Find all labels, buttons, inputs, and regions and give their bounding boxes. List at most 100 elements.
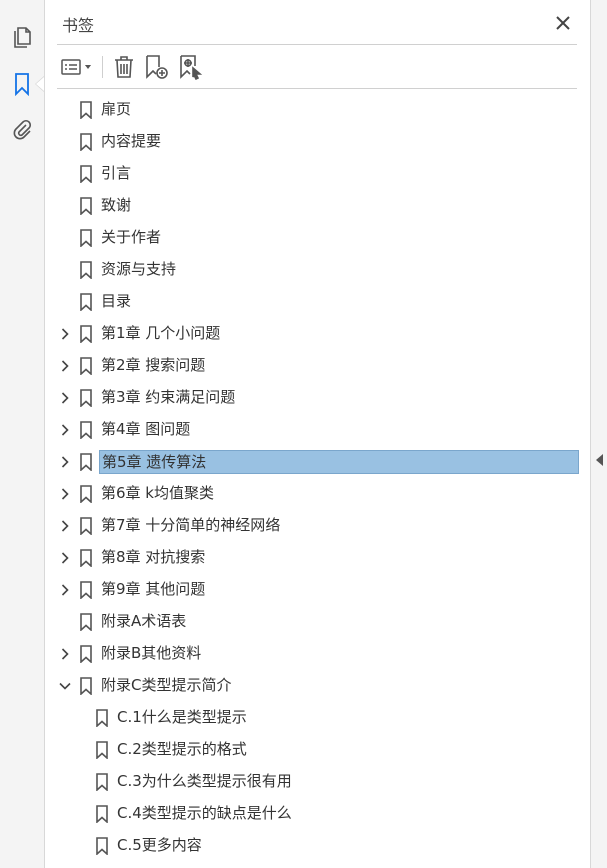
new-bookmark-button[interactable] [143, 54, 171, 80]
attachments-icon[interactable] [10, 118, 34, 142]
bookmark-item[interactable]: 第9章 其他问题 [59, 576, 585, 604]
chevron-right-icon[interactable] [59, 584, 71, 596]
chevron-right-icon[interactable] [59, 392, 71, 404]
bookmark-item[interactable]: C.2类型提示的格式 [59, 736, 585, 764]
bookmark-label: C.1什么是类型提示 [117, 708, 247, 726]
bookmark-item[interactable]: C.1什么是类型提示 [59, 704, 585, 732]
bookmark-icon [79, 197, 93, 216]
bookmark-icon [79, 453, 93, 472]
bookmark-label: 引言 [101, 164, 132, 182]
chevron-right-icon[interactable] [59, 552, 71, 564]
divider-toolbar [57, 88, 577, 89]
bookmark-icon [95, 773, 109, 792]
bookmark-label: 附录C类型提示简介 [101, 676, 232, 694]
bookmark-label: 关于作者 [101, 228, 162, 246]
bookmark-label: 内容提要 [101, 132, 162, 150]
bookmark-icon [79, 293, 93, 312]
bookmark-icon [79, 165, 93, 184]
bookmark-label: 附录B其他资料 [101, 644, 202, 662]
bookmark-item[interactable]: 附录B其他资料 [59, 640, 585, 668]
bookmark-item[interactable]: 关于作者 [59, 224, 585, 252]
bookmark-icon [79, 421, 93, 440]
bookmark-icon [79, 677, 93, 696]
bookmark-item[interactable]: 内容提要 [59, 128, 585, 156]
close-panel-button[interactable] [552, 12, 574, 34]
bookmark-label: 第9章 其他问题 [101, 580, 206, 598]
bookmark-icon [79, 389, 93, 408]
panel-title: 书签 [62, 16, 95, 35]
new-bookmark-from-structure-button[interactable] [177, 54, 205, 80]
bookmark-item[interactable]: 第1章 几个小问题 [59, 320, 585, 348]
bookmark-item[interactable]: 致谢 [59, 192, 585, 220]
delete-bookmark-icon [115, 56, 133, 78]
bookmark-label: 资源与支持 [101, 260, 177, 278]
options-menu-icon [61, 59, 91, 75]
bookmark-item[interactable]: C.3为什么类型提示很有用 [59, 768, 585, 796]
bookmark-icon [79, 613, 93, 632]
bookmark-icon [79, 325, 93, 344]
toolbar-separator [102, 56, 103, 78]
bookmark-label: 第7章 十分简单的神经网络 [101, 516, 281, 534]
bookmark-label: 第4章 图问题 [101, 420, 191, 438]
bookmark-item[interactable]: 第6章 k均值聚类 [59, 480, 585, 508]
new-bookmark-from-structure-icon [180, 55, 203, 80]
bookmark-icon [95, 709, 109, 728]
bookmarks-toolbar [57, 50, 577, 84]
bookmark-label: C.4类型提示的缺点是什么 [117, 804, 292, 822]
active-panel-pointer-inner [36, 77, 44, 91]
delete-bookmark-button[interactable] [111, 54, 137, 80]
divider-top [57, 44, 577, 45]
bookmark-item[interactable]: 附录A术语表 [59, 608, 585, 636]
chevron-right-icon[interactable] [59, 456, 71, 468]
bookmark-item[interactable]: 第8章 对抗搜索 [59, 544, 585, 572]
bookmark-item[interactable]: 第2章 搜索问题 [59, 352, 585, 380]
chevron-down-icon[interactable] [59, 680, 71, 692]
bookmark-icon [79, 357, 93, 376]
bookmark-item[interactable]: 资源与支持 [59, 256, 585, 284]
bookmark-icon [95, 805, 109, 824]
bookmark-item[interactable]: 第4章 图问题 [59, 416, 585, 444]
bookmark-icon [79, 549, 93, 568]
bookmark-icon [95, 837, 109, 856]
bookmark-icon [79, 229, 93, 248]
bookmark-label: 扉页 [101, 100, 132, 118]
right-collapse-strip [590, 0, 607, 868]
bookmark-label: 目录 [101, 292, 132, 310]
bookmark-icon [79, 581, 93, 600]
bookmark-icon [95, 741, 109, 760]
bookmark-icon [79, 517, 93, 536]
bookmark-label: 第5章 遗传算法 [99, 450, 579, 474]
bookmark-label: 致谢 [101, 196, 132, 214]
collapse-panel-arrow[interactable] [596, 454, 603, 466]
bookmark-item[interactable]: 第5章 遗传算法 [59, 448, 585, 476]
bookmark-label: 第2章 搜索问题 [101, 356, 206, 374]
bookmark-item[interactable]: 第3章 约束满足问题 [59, 384, 585, 412]
bookmark-label: 附录A术语表 [101, 612, 187, 630]
chevron-right-icon[interactable] [59, 648, 71, 660]
chevron-right-icon[interactable] [59, 520, 71, 532]
pages-icon[interactable] [10, 24, 34, 48]
bookmark-item[interactable]: 扉页 [59, 96, 585, 124]
bookmark-item[interactable]: 第7章 十分简单的神经网络 [59, 512, 585, 540]
bookmark-icon [79, 485, 93, 504]
bookmark-icon [79, 261, 93, 280]
chevron-right-icon[interactable] [59, 328, 71, 340]
close-icon [556, 16, 570, 30]
bookmark-icon [79, 101, 93, 120]
chevron-right-icon[interactable] [59, 360, 71, 372]
bookmark-icon [79, 645, 93, 664]
bookmark-item[interactable]: C.5更多内容 [59, 832, 585, 860]
bookmarks-icon[interactable] [10, 72, 34, 96]
bookmark-item[interactable]: 目录 [59, 288, 585, 316]
bookmark-icon [79, 133, 93, 152]
bookmark-label: 第6章 k均值聚类 [101, 484, 214, 502]
bookmark-item[interactable]: C.4类型提示的缺点是什么 [59, 800, 585, 828]
left-nav-rail [0, 0, 45, 868]
bookmark-item[interactable]: 附录C类型提示简介 [59, 672, 585, 700]
bookmark-label: C.5更多内容 [117, 836, 202, 854]
bookmark-item[interactable]: 引言 [59, 160, 585, 188]
chevron-right-icon[interactable] [59, 488, 71, 500]
options-menu-button[interactable] [59, 54, 95, 80]
bookmark-label: C.2类型提示的格式 [117, 740, 247, 758]
chevron-right-icon[interactable] [59, 424, 71, 436]
